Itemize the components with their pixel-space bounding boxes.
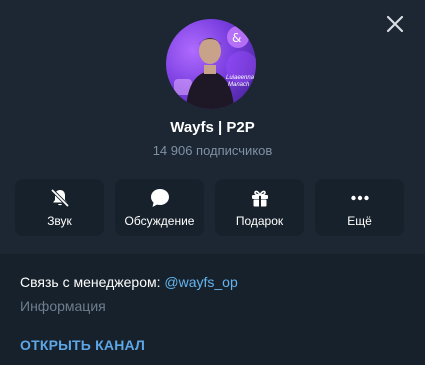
gift-button-label: Подарок [235, 214, 284, 228]
more-button[interactable]: Ещё [315, 179, 404, 236]
avatar-caption-1: Luiaeenna [226, 75, 255, 81]
svg-text:&: & [232, 31, 241, 45]
more-dots-icon [350, 195, 369, 201]
discussion-button[interactable]: Обсуждение [115, 179, 204, 236]
action-bar: Звук Обсуждение Подарок Ещё [15, 179, 405, 236]
channel-title: Wayfs | P2P [170, 119, 255, 136]
description-text: Связь с менеджером: @wayfs_op [20, 274, 238, 290]
gift-button[interactable]: Подарок [215, 179, 304, 236]
discussion-button-label: Обсуждение [124, 214, 195, 228]
avatar-caption-2: Manach [228, 82, 250, 88]
contact-link[interactable]: @wayfs_op [164, 274, 237, 290]
bell-muted-icon [49, 188, 70, 208]
channel-avatar[interactable]: & Luiaeenna Manach [166, 19, 256, 109]
mute-button-label: Звук [47, 214, 72, 228]
contact-prefix: Связь с менеджером: [20, 274, 165, 290]
avatar-photo: & Luiaeenna Manach [174, 26, 256, 109]
close-button[interactable] [381, 10, 409, 38]
info-panel: Связь с менеджером: @wayfs_op Информация… [0, 254, 425, 365]
chat-bubble-icon [150, 189, 169, 207]
subscriber-count: 14 906 подписчиков [152, 143, 273, 158]
open-channel-button[interactable]: ОТКРЫТЬ КАНАЛ [20, 337, 145, 353]
mute-button[interactable]: Звук [15, 179, 104, 236]
close-icon [386, 15, 404, 33]
info-label: Информация [20, 298, 106, 314]
more-button-label: Ещё [347, 214, 372, 228]
gift-icon [251, 190, 268, 207]
